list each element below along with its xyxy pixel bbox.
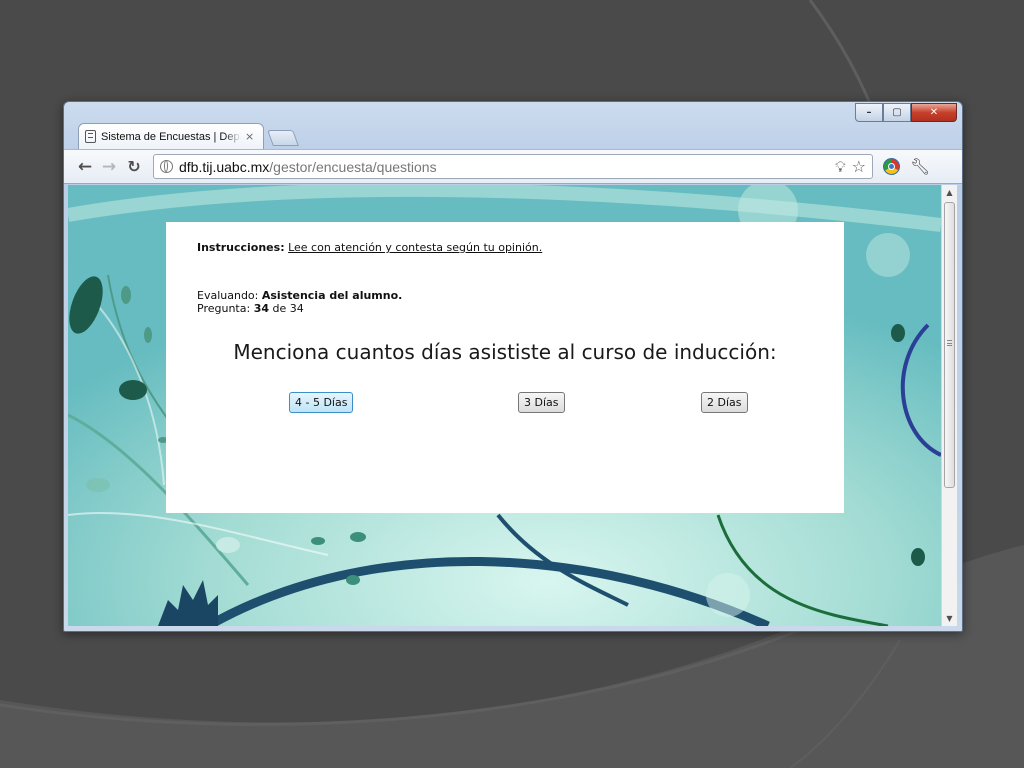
url-path: /gestor/encuesta/questions bbox=[269, 158, 437, 175]
instructions: Instrucciones: Lee con atención y contes… bbox=[197, 241, 542, 254]
thumb-grip bbox=[947, 340, 952, 346]
browser-toolbar: ← → ↻ dfb.tij.uabc.mx/gestor/encuesta/qu… bbox=[64, 149, 962, 184]
instructions-text: Lee con atención y contesta según tu opi… bbox=[288, 241, 543, 254]
tab-close-icon[interactable]: × bbox=[245, 130, 254, 143]
close-window-button[interactable]: ✕ bbox=[911, 103, 957, 122]
evaluating-label: Evaluando: bbox=[197, 289, 259, 302]
omnibox-icons: 💡︎ ☆ bbox=[835, 157, 866, 176]
maximize-button[interactable]: ▢ bbox=[883, 103, 911, 122]
scroll-thumb[interactable] bbox=[944, 202, 955, 488]
bulb-icon[interactable]: 💡︎ bbox=[835, 158, 846, 176]
evaluating-line: Evaluando: Asistencia del alumno. bbox=[197, 289, 402, 302]
vertical-scrollbar[interactable]: ▲ ▼ bbox=[941, 185, 957, 626]
chrome-extension-icon[interactable] bbox=[883, 158, 900, 175]
browser-window: – ▢ ✕ Sistema de Encuestas | Departament… bbox=[63, 101, 963, 632]
url-host: dfb.tij.uabc.mx bbox=[179, 158, 270, 175]
globe-icon bbox=[160, 160, 173, 173]
new-tab-button[interactable] bbox=[267, 130, 299, 146]
star-icon[interactable]: ☆ bbox=[852, 157, 866, 176]
window-controls: – ▢ ✕ bbox=[855, 103, 957, 122]
url-text[interactable]: dfb.tij.uabc.mx/gestor/encuesta/question… bbox=[179, 159, 437, 175]
question-counter: Pregunta: 34 de 34 bbox=[197, 302, 402, 315]
option-2-dias-button[interactable]: 2 Días bbox=[701, 392, 748, 413]
blurred-window-title bbox=[94, 108, 454, 117]
reload-icon[interactable]: ↻ bbox=[123, 156, 145, 178]
question-of: de 34 bbox=[272, 302, 304, 315]
back-arrow-icon[interactable]: ← bbox=[74, 156, 96, 178]
survey-card: Instrucciones: Lee con atención y contes… bbox=[166, 222, 844, 513]
instructions-label: Instrucciones: bbox=[197, 241, 285, 254]
scroll-down-arrow-icon[interactable]: ▼ bbox=[942, 611, 957, 626]
option-3-dias-button[interactable]: 3 Días bbox=[518, 392, 565, 413]
survey-meta: Evaluando: Asistencia del alumno. Pregun… bbox=[197, 289, 402, 315]
wrench-icon[interactable]: 🔧︎ bbox=[910, 157, 930, 176]
forward-arrow-icon[interactable]: → bbox=[98, 156, 120, 178]
minimize-button[interactable]: – bbox=[855, 103, 883, 122]
evaluating-value: Asistencia del alumno. bbox=[261, 289, 403, 302]
browser-tab[interactable]: Sistema de Encuestas | Departamento × bbox=[78, 123, 264, 149]
option-4-5-dias-button[interactable]: 4 - 5 Días bbox=[289, 392, 354, 413]
question-text: Menciona cuantos días asististe al curso… bbox=[233, 340, 777, 364]
tab-title: Sistema de Encuestas | Departamento bbox=[101, 130, 241, 143]
page-viewport: Instrucciones: Lee con atención y contes… bbox=[68, 185, 941, 626]
question-label: Pregunta: bbox=[197, 302, 251, 315]
address-bar[interactable]: dfb.tij.uabc.mx/gestor/encuesta/question… bbox=[153, 154, 873, 179]
question-number: 34 bbox=[253, 302, 269, 315]
page-favicon-icon bbox=[85, 130, 96, 143]
scroll-up-arrow-icon[interactable]: ▲ bbox=[942, 185, 957, 200]
